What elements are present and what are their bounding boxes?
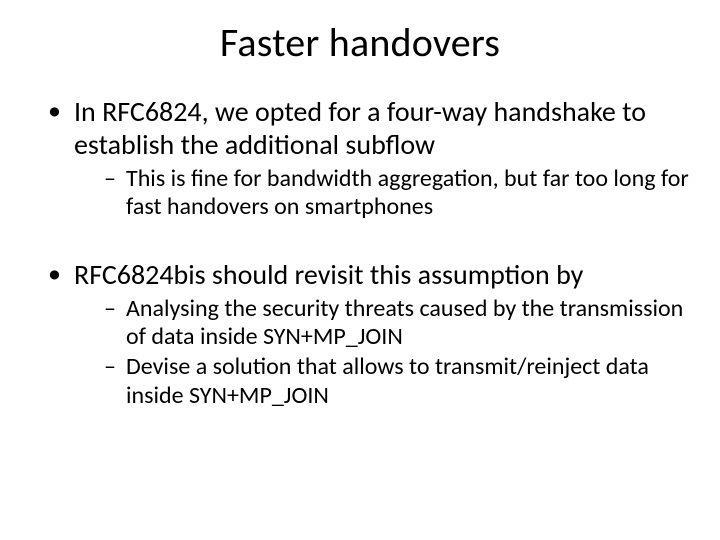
spacer (30, 228, 690, 258)
slide: Faster handovers In RFC6824, we opted fo… (0, 0, 720, 540)
list-item: Devise a solution that allows to transmi… (104, 353, 690, 410)
list-item: This is fine for bandwidth aggregation, … (104, 165, 690, 222)
bullet-list: In RFC6824, we opted for a four-way hand… (30, 95, 690, 222)
bullet-text: Analysing the security threats caused by… (126, 294, 683, 351)
list-item: Analysing the security threats caused by… (104, 295, 690, 352)
sub-list: This is fine for bandwidth aggregation, … (74, 165, 690, 222)
bullet-text: Devise a solution that allows to transmi… (126, 352, 649, 409)
sub-list: Analysing the security threats caused by… (74, 295, 690, 410)
bullet-text: In RFC6824, we opted for a four-way hand… (74, 94, 646, 162)
bullet-text: This is fine for bandwidth aggregation, … (126, 164, 689, 221)
list-item: In RFC6824, we opted for a four-way hand… (48, 95, 690, 222)
list-item: RFC6824bis should revisit this assumptio… (48, 258, 690, 410)
slide-title: Faster handovers (30, 18, 690, 67)
bullet-list: RFC6824bis should revisit this assumptio… (30, 258, 690, 410)
bullet-text: RFC6824bis should revisit this assumptio… (74, 257, 583, 292)
